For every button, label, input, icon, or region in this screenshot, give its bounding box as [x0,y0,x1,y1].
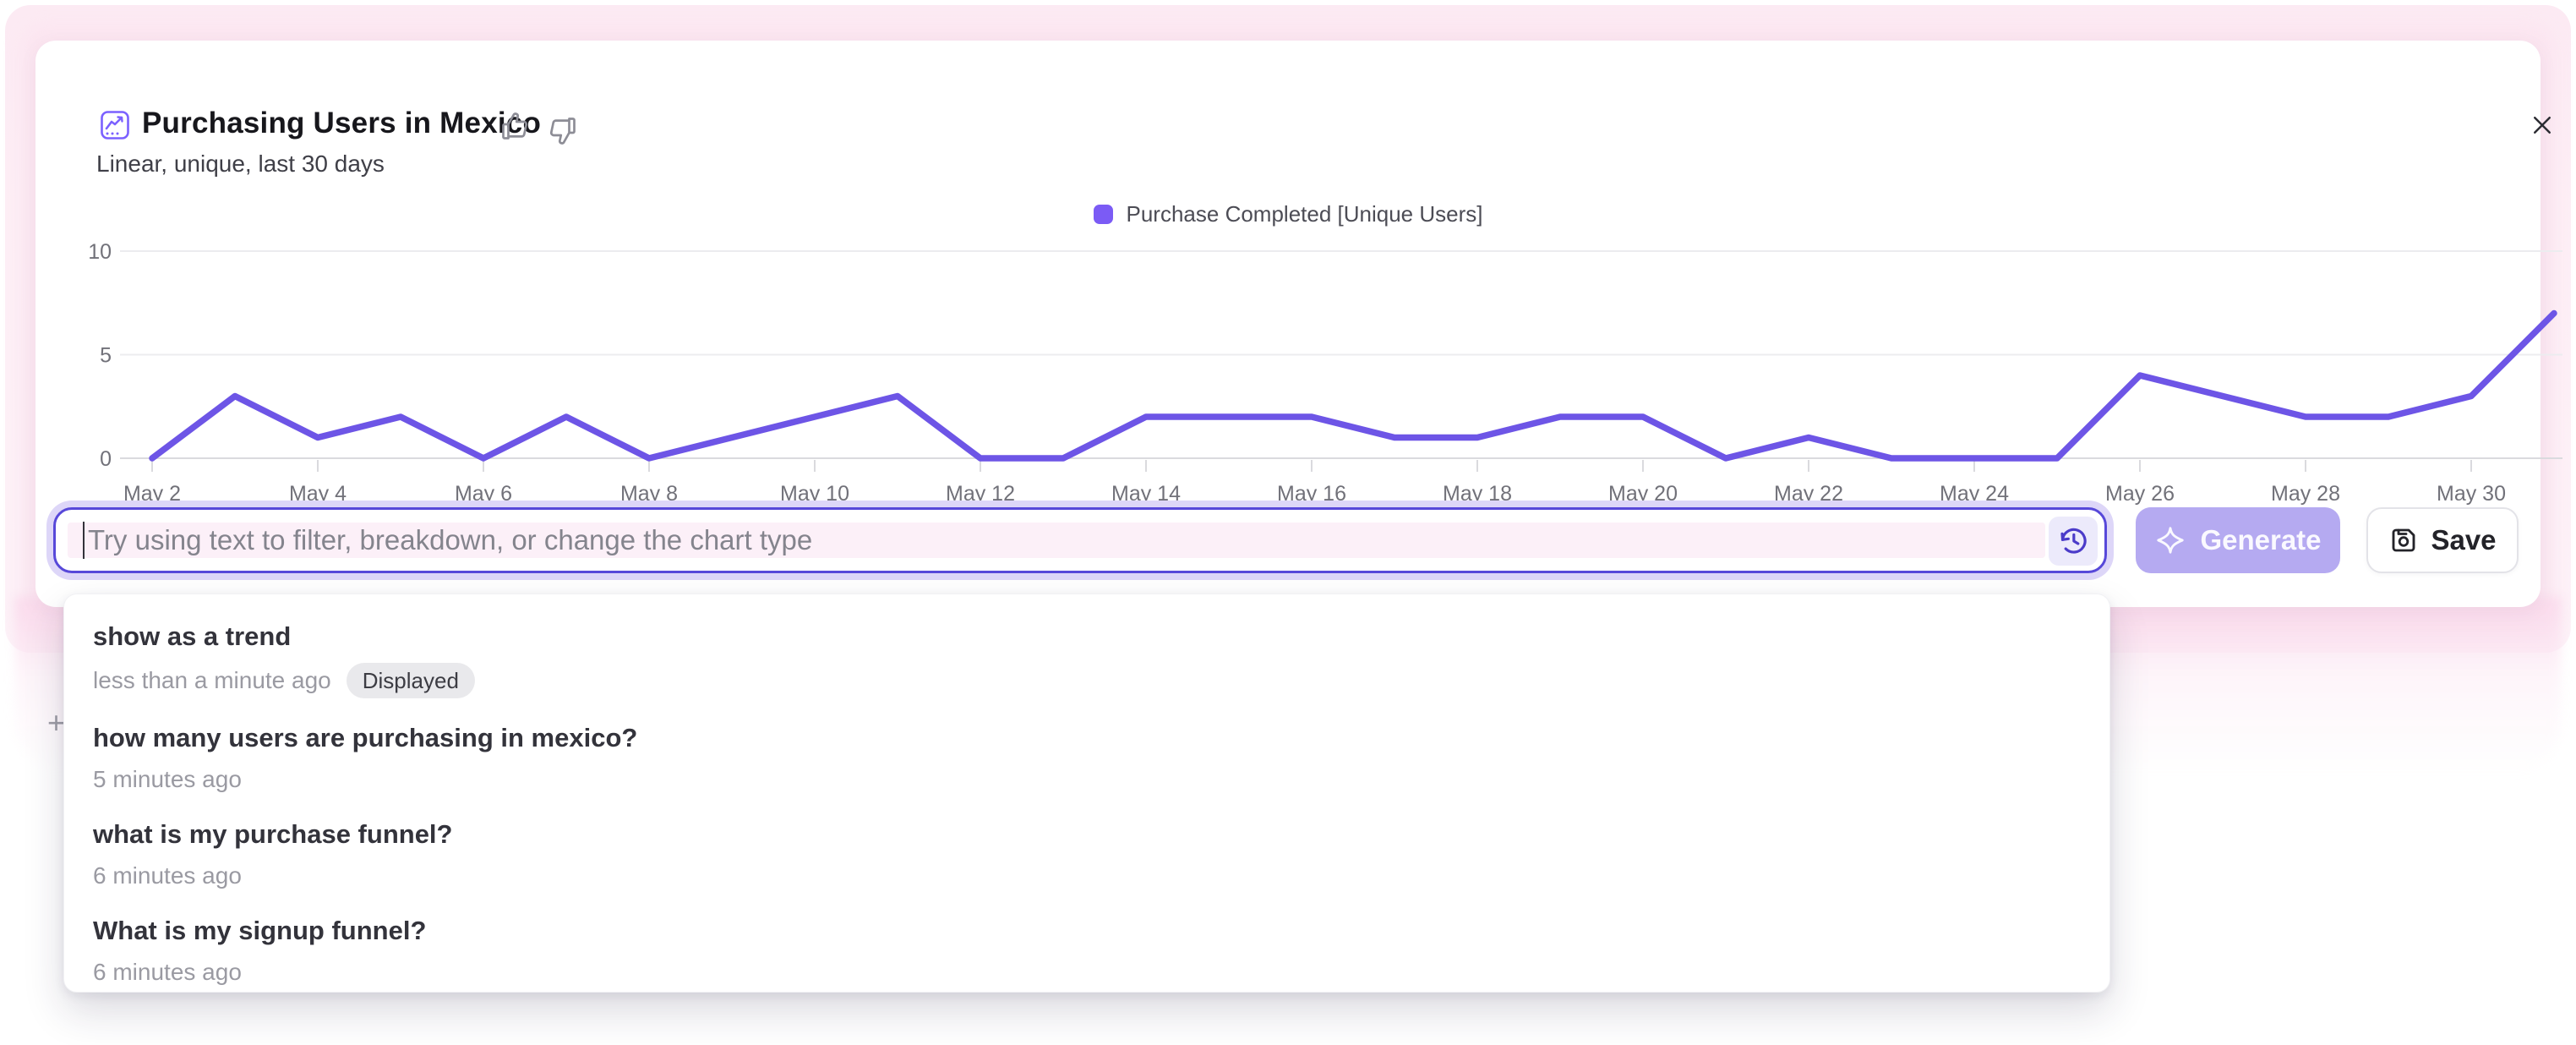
prompt-placeholder: Try using text to filter, breakdown, or … [88,524,812,556]
svg-text:May 14: May 14 [1111,482,1181,506]
svg-text:May 10: May 10 [780,482,849,506]
history-clock-icon [2056,524,2090,558]
svg-text:May 2: May 2 [123,482,181,506]
history-item[interactable]: What is my signup funnel? 6 minutes ago [93,914,2081,988]
svg-text:May 20: May 20 [1608,482,1678,506]
text-caret [83,522,85,559]
chart-subtitle: Linear, unique, last 30 days [96,150,385,178]
sparkle-icon [2154,524,2186,556]
svg-text:10: 10 [88,240,112,264]
history-item[interactable]: what is my purchase funnel? 6 minutes ag… [93,818,2081,891]
plus-icon: + [47,705,65,741]
svg-text:May 24: May 24 [1940,482,2009,506]
history-timestamp: 6 minutes ago [93,957,242,988]
svg-text:5: 5 [100,344,112,368]
save-disk-icon [2388,525,2419,555]
svg-text:0: 0 [100,447,112,471]
svg-text:May 30: May 30 [2437,482,2506,506]
svg-text:May 26: May 26 [2105,482,2175,506]
history-timestamp: 5 minutes ago [93,764,242,795]
generate-button[interactable]: Generate [2136,507,2340,573]
svg-text:May 22: May 22 [1774,482,1843,506]
svg-text:May 8: May 8 [620,482,678,506]
save-label: Save [2431,524,2496,556]
history-item[interactable]: how many users are purchasing in mexico?… [93,721,2081,795]
thumb-up-icon[interactable] [499,112,530,142]
page-title: Purchasing Users in Mexico [142,107,541,140]
history-item[interactable]: show as a trend less than a minute ago D… [93,620,2081,698]
svg-text:May 18: May 18 [1443,482,1512,506]
history-query: What is my signup funnel? [93,914,2081,948]
thumb-down-icon[interactable] [548,115,578,145]
history-dropdown: show as a trend less than a minute ago D… [63,594,2110,993]
generate-label: Generate [2200,524,2321,556]
history-query: show as a trend [93,620,2081,654]
history-timestamp: 6 minutes ago [93,861,242,891]
ai-prompt-input[interactable]: Try using text to filter, breakdown, or … [53,507,2107,573]
history-query: what is my purchase funnel? [93,818,2081,851]
history-timestamp: less than a minute ago [93,665,331,696]
history-query: how many users are purchasing in mexico? [93,721,2081,755]
svg-text:May 28: May 28 [2271,482,2340,506]
svg-text:May 12: May 12 [946,482,1015,506]
svg-text:May 4: May 4 [289,482,347,506]
history-button[interactable] [2049,517,2098,566]
save-button[interactable]: Save [2366,507,2519,573]
svg-text:May 6: May 6 [455,482,512,506]
insights-chart-icon [100,110,130,140]
line-chart: 0 5 10 May 2 May 4 May 6 May 8 May 10 May 12 May … [86,201,2571,522]
svg-text:May 16: May 16 [1277,482,1346,506]
status-badge: Displayed [347,663,475,698]
close-icon[interactable] [2524,107,2561,144]
